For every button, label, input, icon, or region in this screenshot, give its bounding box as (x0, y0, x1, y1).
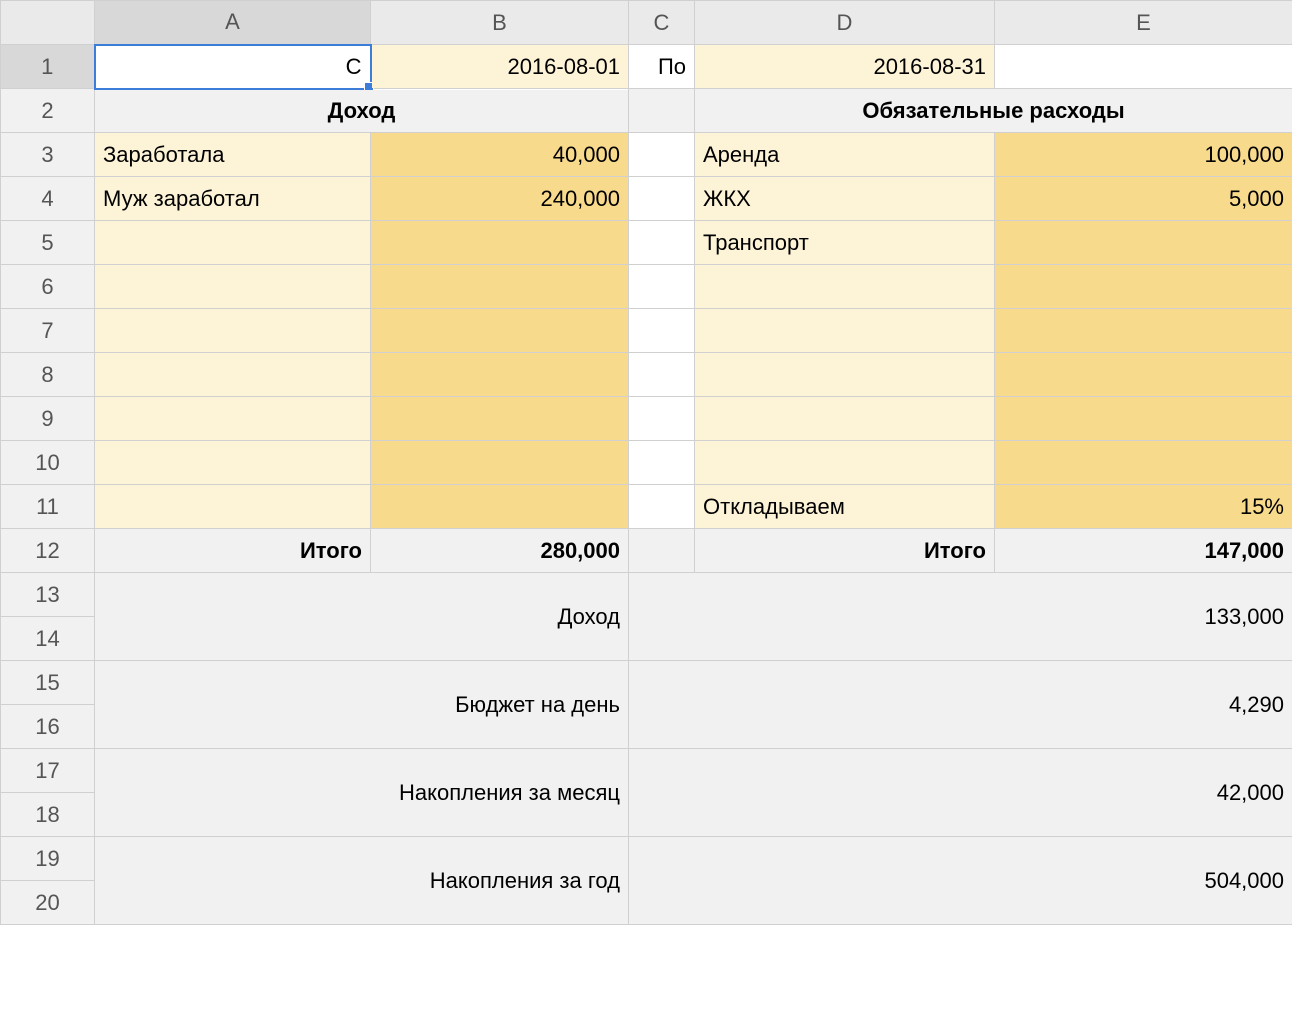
cell-D9[interactable] (695, 397, 995, 441)
cell-C8[interactable] (629, 353, 695, 397)
row-header-19[interactable]: 19 (1, 837, 95, 881)
cell-E11[interactable]: 15% (995, 485, 1292, 529)
cell-D5[interactable]: Транспорт (695, 221, 995, 265)
cell-D10[interactable] (695, 441, 995, 485)
row-header-14[interactable]: 14 (1, 617, 95, 661)
cell-D3[interactable]: Аренда (695, 133, 995, 177)
cell-B3[interactable]: 40,000 (371, 133, 629, 177)
cell-E4[interactable]: 5,000 (995, 177, 1292, 221)
cell-A8[interactable] (95, 353, 371, 397)
row-header-18[interactable]: 18 (1, 793, 95, 837)
summary-value-4[interactable]: 504,000 (629, 837, 1292, 925)
row-header-5[interactable]: 5 (1, 221, 95, 265)
summary-value-3[interactable]: 42,000 (629, 749, 1292, 837)
row-header-9[interactable]: 9 (1, 397, 95, 441)
cell-B10[interactable] (371, 441, 629, 485)
summary-label-3[interactable]: Накопления за месяц (95, 749, 629, 837)
cell-A7[interactable] (95, 309, 371, 353)
cell-C12[interactable] (629, 529, 695, 573)
col-header-E[interactable]: E (995, 1, 1292, 45)
cell-E12[interactable]: 147,000 (995, 529, 1292, 573)
row-header-1[interactable]: 1 (1, 45, 95, 89)
cell-D12[interactable]: Итого (695, 529, 995, 573)
cell-B5[interactable] (371, 221, 629, 265)
column-header-row: A B C D E (1, 1, 1292, 45)
cell-A10[interactable] (95, 441, 371, 485)
summary-label-4[interactable]: Накопления за год (95, 837, 629, 925)
cell-B6[interactable] (371, 265, 629, 309)
cell-B7[interactable] (371, 309, 629, 353)
cell-D8[interactable] (695, 353, 995, 397)
cell-E7[interactable] (995, 309, 1292, 353)
cell-A4[interactable]: Муж заработал (95, 177, 371, 221)
col-header-B[interactable]: B (371, 1, 629, 45)
col-header-D[interactable]: D (695, 1, 995, 45)
expenses-header[interactable]: Обязательные расходы (695, 89, 1292, 133)
summary-label-1[interactable]: Доход (95, 573, 629, 661)
cell-A1[interactable]: С (95, 45, 371, 89)
col-header-C[interactable]: C (629, 1, 695, 45)
row-header-20[interactable]: 20 (1, 881, 95, 925)
select-all-corner[interactable] (1, 1, 95, 45)
cell-E10[interactable] (995, 441, 1292, 485)
row-header-16[interactable]: 16 (1, 705, 95, 749)
cell-E8[interactable] (995, 353, 1292, 397)
cell-E3[interactable]: 100,000 (995, 133, 1292, 177)
row-header-15[interactable]: 15 (1, 661, 95, 705)
cell-B9[interactable] (371, 397, 629, 441)
cell-B4[interactable]: 240,000 (371, 177, 629, 221)
spreadsheet[interactable]: A B C D E 1 С 2016-08-01 По 2016-08-31 2… (0, 0, 1292, 925)
cell-B8[interactable] (371, 353, 629, 397)
cell-B1[interactable]: 2016-08-01 (371, 45, 629, 89)
row-header-3[interactable]: 3 (1, 133, 95, 177)
cell-C9[interactable] (629, 397, 695, 441)
cell-A6[interactable] (95, 265, 371, 309)
cell-D4[interactable]: ЖКХ (695, 177, 995, 221)
cell-A5[interactable] (95, 221, 371, 265)
cell-A11[interactable] (95, 485, 371, 529)
row-header-12[interactable]: 12 (1, 529, 95, 573)
row-header-7[interactable]: 7 (1, 309, 95, 353)
summary-value-2[interactable]: 4,290 (629, 661, 1292, 749)
row-header-17[interactable]: 17 (1, 749, 95, 793)
cell-C6[interactable] (629, 265, 695, 309)
summary-value-1[interactable]: 133,000 (629, 573, 1292, 661)
cell-C2[interactable] (629, 89, 695, 133)
summary-label-2[interactable]: Бюджет на день (95, 661, 629, 749)
cell-C1[interactable]: По (629, 45, 695, 89)
row-header-8[interactable]: 8 (1, 353, 95, 397)
row-header-13[interactable]: 13 (1, 573, 95, 617)
cell-E9[interactable] (995, 397, 1292, 441)
income-header[interactable]: Доход (95, 89, 629, 133)
cell-C10[interactable] (629, 441, 695, 485)
cell-D7[interactable] (695, 309, 995, 353)
col-header-A[interactable]: A (95, 1, 371, 45)
cell-C4[interactable] (629, 177, 695, 221)
cell-B11[interactable] (371, 485, 629, 529)
row-header-10[interactable]: 10 (1, 441, 95, 485)
cell-C3[interactable] (629, 133, 695, 177)
row-header-4[interactable]: 4 (1, 177, 95, 221)
cell-E1[interactable] (995, 45, 1292, 89)
cell-A3[interactable]: Заработала (95, 133, 371, 177)
cell-D11[interactable]: Откладываем (695, 485, 995, 529)
row-header-6[interactable]: 6 (1, 265, 95, 309)
cell-A9[interactable] (95, 397, 371, 441)
cell-C11[interactable] (629, 485, 695, 529)
cell-D1[interactable]: 2016-08-31 (695, 45, 995, 89)
cell-D6[interactable] (695, 265, 995, 309)
row-header-11[interactable]: 11 (1, 485, 95, 529)
row-header-2[interactable]: 2 (1, 89, 95, 133)
cell-A12[interactable]: Итого (95, 529, 371, 573)
cell-B12[interactable]: 280,000 (371, 529, 629, 573)
cell-E5[interactable] (995, 221, 1292, 265)
cell-E6[interactable] (995, 265, 1292, 309)
cell-C5[interactable] (629, 221, 695, 265)
cell-C7[interactable] (629, 309, 695, 353)
